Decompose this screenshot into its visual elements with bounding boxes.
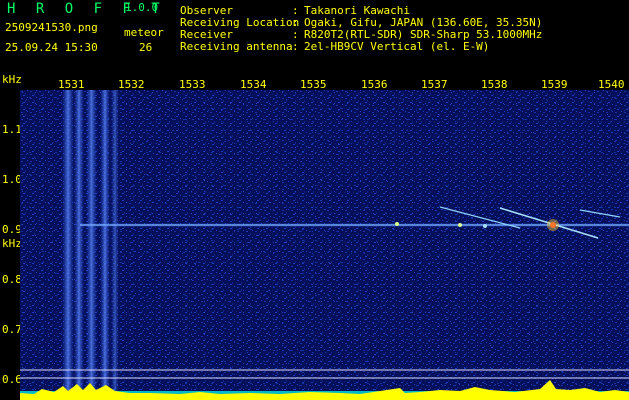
y-tick-label: 1.0 bbox=[2, 173, 22, 186]
meteor-spot bbox=[483, 224, 487, 228]
antenna-label: Receiving antenna bbox=[180, 40, 293, 53]
y-tick-label: 0.6 bbox=[2, 373, 22, 386]
y-tick-label: 1.1 bbox=[2, 123, 22, 136]
y-tick-label: 0.7 bbox=[2, 323, 22, 336]
hrofft-window: H R O F F T 1.0.0 2509241530.png meteor … bbox=[0, 0, 629, 400]
meteor-count: 26 bbox=[139, 41, 153, 54]
app-version: 1.0.0 bbox=[125, 1, 159, 14]
spectrogram-plot bbox=[20, 90, 629, 400]
meteor-spot bbox=[395, 222, 399, 226]
meteor-head-glow bbox=[547, 219, 559, 231]
y-tick-label: 0.8 bbox=[2, 273, 22, 286]
file-name: 2509241530.png bbox=[5, 21, 98, 34]
carrier-band bbox=[86, 90, 97, 400]
carrier-band bbox=[62, 90, 74, 400]
carrier-band bbox=[74, 90, 84, 400]
carrier-band bbox=[100, 90, 110, 400]
x-axis-unit: kHz bbox=[2, 73, 22, 86]
antenna-value: 2el-HB9CV Vertical (el. E-W) bbox=[304, 40, 490, 53]
y-axis-unit: kHz bbox=[2, 237, 22, 250]
meteor-spot bbox=[458, 223, 462, 227]
timestamp: 25.09.24 15:30 bbox=[5, 41, 98, 54]
y-tick-label: 0.9 bbox=[2, 223, 22, 236]
meteor-label: meteor bbox=[124, 26, 164, 39]
carrier-band bbox=[111, 90, 119, 400]
separator: : bbox=[292, 40, 299, 53]
